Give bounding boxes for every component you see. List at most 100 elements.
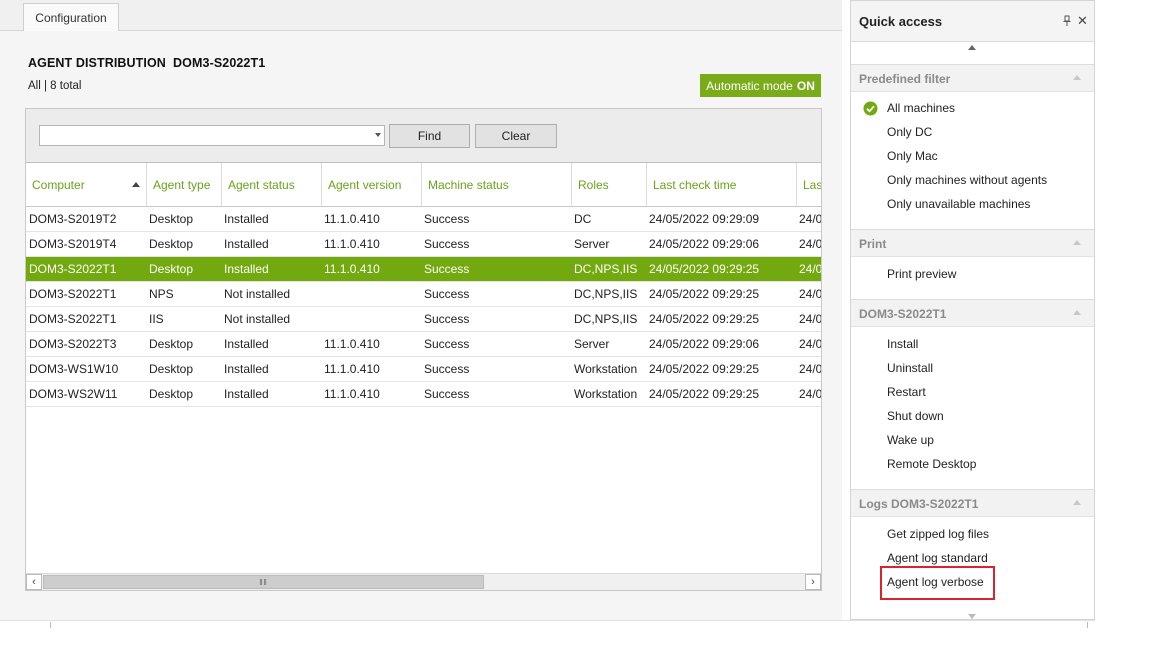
column-header[interactable]: Agent version	[321, 163, 421, 207]
filter-unavailable[interactable]: Only unavailable machines	[887, 194, 1030, 214]
filter-only-dc[interactable]: Only DC	[887, 122, 932, 142]
scroll-up-icon[interactable]	[968, 45, 976, 50]
table-cell: IIS	[149, 312, 164, 326]
scroll-right-icon[interactable]: ›	[805, 574, 821, 590]
column-header[interactable]: Computer	[26, 163, 146, 207]
table-row[interactable]: DOM3-S2019T4 Desktop Installed 11.1.0.410 Su…	[26, 232, 821, 257]
collapse-icon[interactable]	[1073, 310, 1081, 315]
table-cell: 24/0	[799, 362, 821, 376]
table-cell: DC,NPS,IIS	[574, 287, 638, 301]
table-row[interactable]: DOM3-S2022T1 IIS Not installed Success DC,NP…	[26, 307, 821, 332]
action-restart[interactable]: Restart	[887, 382, 926, 402]
column-header[interactable]: Machine status	[421, 163, 571, 207]
table-cell: 11.1.0.410	[324, 262, 380, 276]
table-cell: Server	[574, 237, 610, 251]
table-row[interactable]: DOM3-S2022T1 Desktop Installed 11.1.0.410 Su…	[26, 257, 821, 282]
section-predefined-filter[interactable]: Predefined filter	[851, 64, 1094, 92]
table-cell: DOM3-S2022T1	[29, 312, 117, 326]
table-cell: Installed	[224, 212, 269, 226]
content-pane: AGENT DISTRIBUTION DOM3-S2022T1 All | 8 …	[0, 31, 842, 620]
table-cell: Desktop	[149, 262, 194, 276]
main-area: Configuration AGENT DISTRIBUTION DOM3-S2…	[0, 0, 842, 620]
table-cell: Desktop	[149, 237, 194, 251]
table-row[interactable]: DOM3-S2022T1 NPS Not installed Success DC,NP…	[26, 282, 821, 307]
record-count: All | 8 total	[28, 80, 82, 92]
automatic-mode-badge[interactable]: Automatic mode ON	[700, 74, 821, 97]
table-cell: Success	[424, 337, 470, 351]
sort-ascending-icon	[132, 182, 140, 187]
table-cell: Success	[424, 287, 470, 301]
scroll-thumb[interactable]: ‖‖	[43, 575, 484, 589]
frame-tick	[1087, 622, 1088, 628]
scroll-left-icon[interactable]: ‹	[26, 574, 42, 590]
pin-icon[interactable]	[1062, 15, 1072, 27]
quick-access-pane: Quick access ✕ Predefined filter All mac…	[850, 0, 1095, 620]
table-cell: Success	[424, 312, 470, 326]
search-combobox[interactable]	[39, 125, 385, 146]
action-wake-up[interactable]: Wake up	[887, 430, 934, 450]
scroll-down-icon[interactable]	[968, 614, 976, 619]
horizontal-scrollbar[interactable]: ‹ ‖‖ ›	[26, 573, 821, 590]
table-cell: 11.1.0.410	[324, 362, 380, 376]
table-cell: Desktop	[149, 362, 194, 376]
section-logs[interactable]: Logs DOM3-S2022T1	[851, 489, 1094, 517]
table-row[interactable]: DOM3-S2019T2 Desktop Installed 11.1.0.410 Su…	[26, 207, 821, 232]
table-cell: Desktop	[149, 337, 194, 351]
table-cell: Installed	[224, 237, 269, 251]
table-header: Computer Agent type Agent status Agent vers…	[26, 163, 821, 207]
table-cell: 24/0	[799, 387, 821, 401]
tab-configuration[interactable]: Configuration	[23, 3, 119, 32]
dropdown-arrow-icon[interactable]	[375, 133, 381, 137]
table-cell: DOM3-WS2W11	[29, 387, 118, 401]
find-button[interactable]: Find	[389, 124, 470, 148]
table-cell: Success	[424, 237, 470, 251]
logs-agent-standard[interactable]: Agent log standard	[887, 548, 988, 568]
column-header[interactable]: Last check time	[646, 163, 796, 207]
page-title: AGENT DISTRIBUTION DOM3-S2022T1	[28, 56, 266, 70]
table-cell: DOM3-S2022T3	[29, 337, 117, 351]
table-cell: DOM3-S2022T1	[29, 287, 117, 301]
column-header[interactable]: Agent status	[221, 163, 321, 207]
table-cell: 24/05/2022 09:29:25	[649, 262, 760, 276]
table-cell: Success	[424, 262, 470, 276]
section-title: Predefined filter	[859, 72, 951, 86]
table-cell: 11.1.0.410	[324, 212, 380, 226]
print-preview[interactable]: Print preview	[887, 264, 956, 284]
section-print[interactable]: Print	[851, 229, 1094, 257]
action-install[interactable]: Install	[887, 334, 918, 354]
collapse-icon[interactable]	[1073, 75, 1081, 80]
clear-button[interactable]: Clear	[475, 124, 557, 148]
table-cell: DOM3-WS1W10	[29, 362, 119, 376]
collapse-icon[interactable]	[1073, 500, 1081, 505]
table-cell: Desktop	[149, 387, 194, 401]
table-cell: 11.1.0.410	[324, 387, 380, 401]
action-shut-down[interactable]: Shut down	[887, 406, 944, 426]
agents-table: Computer Agent type Agent status Agent vers…	[26, 163, 821, 573]
table-row[interactable]: DOM3-S2022T3 Desktop Installed 11.1.0.410 Su…	[26, 332, 821, 357]
table-cell: Success	[424, 387, 470, 401]
section-machine-actions[interactable]: DOM3-S2022T1	[851, 299, 1094, 327]
table-cell: Desktop	[149, 212, 194, 226]
agent-grid-panel: Find Clear Computer Agent type Agent statu…	[25, 108, 822, 591]
table-cell: DC	[574, 212, 592, 226]
filter-only-mac[interactable]: Only Mac	[887, 146, 938, 166]
close-icon[interactable]: ✕	[1077, 14, 1088, 27]
table-cell: DOM3-S2019T4	[29, 237, 117, 251]
filter-without-agents[interactable]: Only machines without agents	[887, 170, 1047, 190]
table-cell: Workstation	[574, 387, 638, 401]
table-cell: 24/05/2022 09:29:25	[649, 362, 760, 376]
column-header[interactable]: Last	[796, 163, 821, 207]
table-cell: Installed	[224, 262, 269, 276]
column-header[interactable]: Roles	[571, 163, 646, 207]
logs-get-zipped[interactable]: Get zipped log files	[887, 524, 989, 544]
table-row[interactable]: DOM3-WS2W11 Desktop Installed 11.1.0.410 Suc…	[26, 382, 821, 407]
filter-all-machines[interactable]: All machines	[887, 98, 955, 118]
table-cell: Success	[424, 212, 470, 226]
table-row[interactable]: DOM3-WS1W10 Desktop Installed 11.1.0.410 Suc…	[26, 357, 821, 382]
column-header[interactable]: Agent type	[146, 163, 221, 207]
table-cell: 11.1.0.410	[324, 337, 380, 351]
collapse-icon[interactable]	[1073, 240, 1081, 245]
action-remote-desktop[interactable]: Remote Desktop	[887, 454, 976, 474]
table-cell: 24/0	[799, 287, 821, 301]
action-uninstall[interactable]: Uninstall	[887, 358, 933, 378]
